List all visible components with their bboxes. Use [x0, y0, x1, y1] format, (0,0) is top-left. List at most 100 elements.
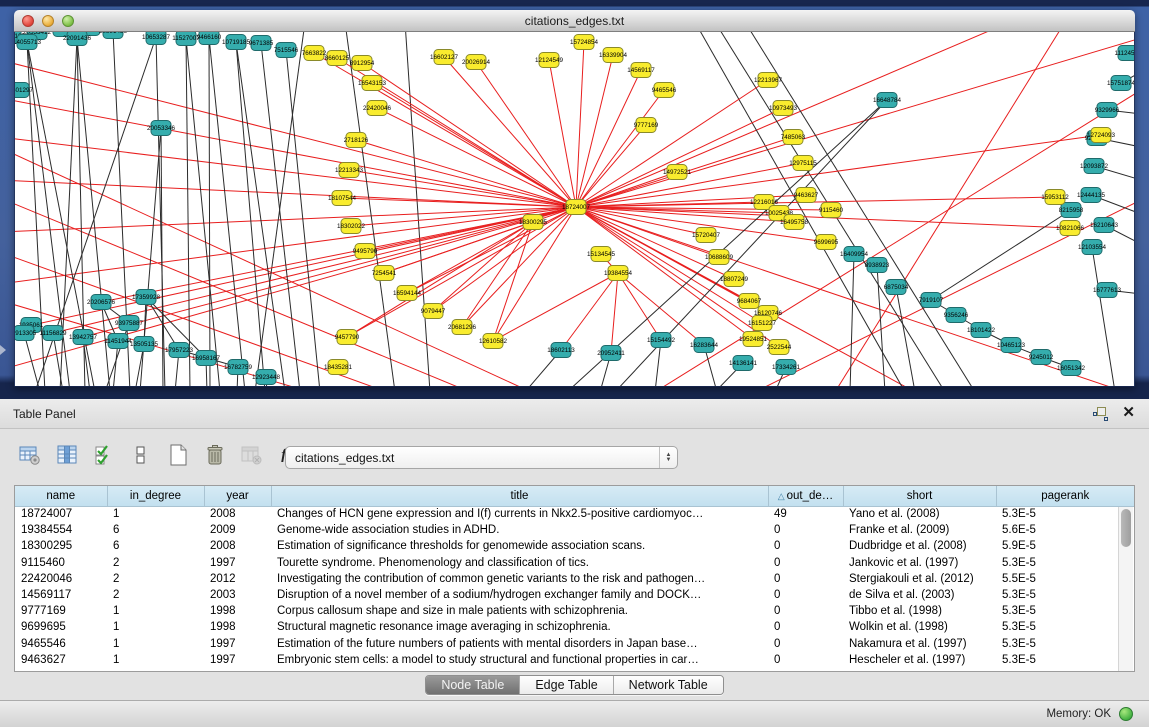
graph-node[interactable]: 16543153 [358, 76, 387, 91]
graph-node[interactable]: 11451944 [104, 334, 132, 349]
graph-node[interactable]: 13942757 [69, 330, 98, 345]
graph-node[interactable]: 9356246 [944, 308, 969, 323]
graph-node[interactable]: 2522544 [767, 340, 792, 355]
tab-node-table[interactable]: Node Table [426, 676, 519, 694]
graph-node[interactable]: 20206576 [87, 295, 116, 310]
graph-node[interactable]: 9115460 [819, 203, 844, 218]
graph-node[interactable]: 2718126 [344, 133, 369, 148]
select-columns-icon[interactable] [90, 441, 118, 469]
graph-node[interactable]: 7254541 [372, 266, 397, 281]
graph-node[interactable]: 16051342 [1057, 361, 1086, 376]
graph-node[interactable]: 10653287 [142, 32, 171, 45]
show-columns-icon[interactable] [53, 441, 81, 469]
graph-node[interactable]: 22091436 [63, 32, 92, 46]
graph-node[interactable]: 6875034 [884, 280, 909, 295]
graph-node[interactable]: 16782759 [224, 360, 253, 375]
graph-node[interactable]: 12124549 [535, 53, 564, 68]
graph-node[interactable]: 11124551 [1114, 46, 1134, 61]
graph-node[interactable]: 16602127 [430, 50, 459, 65]
tab-network-table[interactable]: Network Table [613, 676, 723, 694]
graph-node[interactable]: 9495790 [353, 244, 378, 259]
table-row[interactable]: 946554611997Estimation of the future num… [15, 636, 1134, 652]
graph-node[interactable]: 8938923 [865, 258, 890, 273]
column-header-short[interactable]: short [843, 486, 996, 506]
graph-node[interactable]: 18807249 [720, 272, 749, 287]
graph-node[interactable]: 93975887 [115, 316, 144, 331]
graph-node[interactable]: 12093872 [1080, 159, 1109, 174]
graph-node[interactable]: 9684067 [737, 294, 762, 309]
graph-node[interactable]: 14136141 [729, 356, 758, 371]
table-row[interactable]: 2242004622012Investigating the contribut… [15, 571, 1134, 587]
table-row[interactable]: 1830029562008Estimation of significance … [15, 538, 1134, 554]
pane-collapse-icon[interactable] [0, 345, 6, 355]
table-row[interactable]: 969969511998Structural magnetic resonanc… [15, 619, 1134, 635]
table-row[interactable]: 977716911998Corpus callosum shape and si… [15, 603, 1134, 619]
graph-node[interactable]: 20891436 [99, 32, 128, 39]
graph-node[interactable]: 8660125 [325, 51, 350, 66]
graph-node[interactable]: 9777169 [634, 118, 659, 133]
graph-node[interactable]: 3913305 [15, 326, 37, 341]
graph-node[interactable]: 10821066 [1056, 221, 1085, 236]
table-row[interactable]: 946362711997Embryonic stem cells: a mode… [15, 652, 1134, 668]
graph-node[interactable]: 20952411 [597, 346, 625, 361]
graph-node[interactable]: 18302022 [337, 219, 366, 234]
graph-node[interactable]: 20026914 [462, 55, 491, 70]
graph-node[interactable]: 15134545 [587, 247, 616, 262]
graph-node[interactable]: 16283644 [690, 338, 719, 353]
table-scrollbar[interactable] [1118, 507, 1133, 671]
graph-node[interactable]: 11156829 [39, 326, 67, 341]
new-table-icon[interactable] [164, 441, 192, 469]
graph-node[interactable]: 9079447 [421, 304, 446, 319]
column-header-title[interactable]: title [271, 486, 768, 506]
tab-edge-table[interactable]: Edge Table [519, 676, 612, 694]
graph-node[interactable]: 10719185 [222, 35, 251, 50]
graph-node[interactable]: 9463627 [794, 188, 819, 203]
graph-node[interactable]: 17334261 [772, 360, 801, 375]
minimize-window-icon[interactable] [42, 15, 54, 27]
graph-node[interactable]: 15154492 [647, 333, 676, 348]
graph-node[interactable]: 12444135 [1077, 188, 1106, 203]
graph-node[interactable]: 15720407 [692, 228, 721, 243]
graph-node[interactable]: 19524851 [739, 332, 768, 347]
citation-graph[interactable]: 1836010720553412160442149245017140557132… [15, 32, 1134, 386]
graph-node[interactable]: 18602113 [547, 343, 575, 358]
graph-node[interactable]: 7919107 [919, 293, 944, 308]
close-panel-icon[interactable]: ✕ [1122, 405, 1135, 421]
graph-node[interactable]: 18435281 [324, 360, 353, 375]
graph-node[interactable]: 14569117 [627, 63, 655, 78]
table-select-dropdown[interactable]: citations_edges.txt ▲▼ [285, 446, 678, 469]
graph-node[interactable]: 16648784 [873, 93, 902, 108]
float-window-icon[interactable] [1092, 405, 1108, 421]
graph-node[interactable]: 7515546 [274, 43, 299, 58]
graph-node[interactable]: 10973493 [769, 101, 798, 116]
close-window-icon[interactable] [22, 15, 34, 27]
graph-node[interactable]: 12213343 [335, 163, 364, 178]
graph-node[interactable]: 9699695 [814, 235, 839, 250]
graph-node[interactable]: 16339904 [599, 48, 628, 63]
row-height-icon[interactable] [127, 441, 155, 469]
graph-node[interactable]: 7485063 [781, 130, 806, 145]
delete-table-icon[interactable] [201, 441, 229, 469]
graph-node[interactable]: 16409954 [840, 247, 869, 262]
graph-node[interactable]: 15953112 [1041, 190, 1069, 205]
graph-node[interactable]: 14972521 [663, 165, 692, 180]
graph-node[interactable]: 12103554 [1078, 240, 1107, 255]
column-header-year[interactable]: year [204, 486, 271, 506]
graph-node[interactable]: 15751874 [1107, 76, 1134, 91]
network-window-titlebar[interactable]: citations_edges.txt [14, 10, 1135, 32]
graph-node[interactable]: 9466160 [197, 32, 222, 45]
graph-node[interactable]: 9329966 [1095, 103, 1120, 118]
graph-node[interactable]: 7663822 [302, 46, 327, 61]
graph-node[interactable]: 13505135 [130, 337, 159, 352]
graph-node[interactable]: 15724854 [570, 35, 599, 50]
graph-node[interactable]: 9245012 [1029, 350, 1054, 365]
graph-node[interactable]: 9465546 [652, 83, 677, 98]
table-row[interactable]: 1938455462009Genome-wide association stu… [15, 522, 1134, 538]
graph-node[interactable]: 19384554 [604, 266, 633, 281]
column-header-pagerank[interactable]: pagerank [996, 486, 1134, 506]
graph-node[interactable]: 16777613 [1093, 283, 1122, 298]
graph-node[interactable]: 20681296 [448, 320, 477, 335]
graph-node[interactable]: 17359928 [132, 290, 161, 305]
table-settings-icon[interactable] [16, 441, 44, 469]
table-row[interactable]: 911546021997Tourette syndrome. Phenomeno… [15, 555, 1134, 571]
